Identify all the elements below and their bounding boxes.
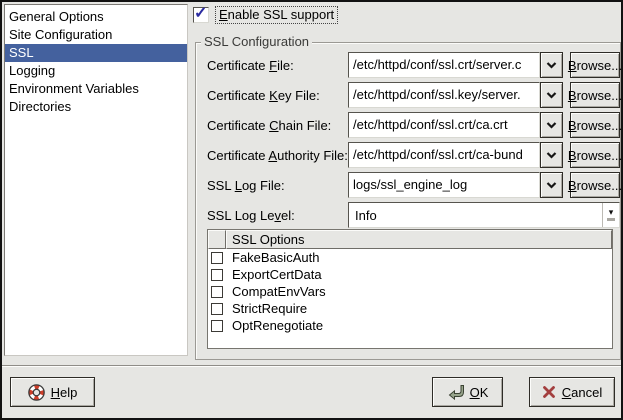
category-list: General Options Site Configuration SSL L… bbox=[4, 4, 188, 356]
sidebar-item-ssl[interactable]: SSL bbox=[5, 44, 187, 62]
certificate-authority-file-label: Certificate Authority File: bbox=[207, 148, 348, 163]
certificate-chain-file-input[interactable]: /etc/httpd/conf/ssl.crt/ca.crt bbox=[348, 112, 540, 138]
certificate-authority-file-dropdown-button[interactable] bbox=[540, 142, 563, 168]
certificate-key-file-dropdown-button[interactable] bbox=[540, 82, 563, 108]
table-row-compatenvvars[interactable]: CompatEnvVars bbox=[208, 283, 612, 300]
certificate-chain-file-browse-button[interactable]: Browse... bbox=[570, 112, 620, 138]
chevron-down-icon bbox=[546, 92, 557, 99]
checkbox-box[interactable] bbox=[211, 252, 223, 264]
ssl-configuration-frame: SSL Configuration Certificate File: /etc… bbox=[195, 42, 621, 360]
frame-legend: SSL Configuration bbox=[201, 34, 312, 49]
checkbox-box[interactable]: ✓ bbox=[193, 7, 209, 23]
ok-button[interactable]: OK bbox=[432, 377, 503, 407]
certificate-key-file-row: Certificate Key File: /etc/httpd/conf/ss… bbox=[207, 82, 620, 108]
checkbox-box[interactable] bbox=[211, 286, 223, 298]
sidebar-item-environment-variables[interactable]: Environment Variables bbox=[5, 80, 187, 98]
certificate-key-file-browse-button[interactable]: Browse... bbox=[570, 82, 620, 108]
sidebar-item-logging[interactable]: Logging bbox=[5, 62, 187, 80]
chevron-down-icon bbox=[546, 122, 557, 129]
ssl-log-level-value: Info bbox=[349, 208, 602, 223]
table-row-exportcertdata[interactable]: ExportCertData bbox=[208, 266, 612, 283]
chevron-down-icon bbox=[546, 182, 557, 189]
cancel-button-label: Cancel bbox=[562, 385, 602, 400]
certificate-key-file-input[interactable]: /etc/httpd/conf/ssl.key/server. bbox=[348, 82, 540, 108]
certificate-file-label: Certificate File: bbox=[207, 58, 348, 73]
table-header-empty[interactable] bbox=[208, 230, 226, 249]
table-row-optrenegotiate[interactable]: OptRenegotiate bbox=[208, 317, 612, 334]
sidebar-item-site-configuration[interactable]: Site Configuration bbox=[5, 26, 187, 44]
ok-button-label: OK bbox=[470, 385, 489, 400]
chevron-down-icon bbox=[546, 152, 557, 159]
table-header-ssl-options[interactable]: SSL Options bbox=[226, 230, 612, 249]
sidebar-item-general-options[interactable]: General Options bbox=[5, 8, 187, 26]
checkbox-box[interactable] bbox=[211, 269, 223, 281]
chevron-down-icon bbox=[546, 62, 557, 69]
certificate-chain-file-row: Certificate Chain File: /etc/httpd/conf/… bbox=[207, 112, 620, 138]
table-row-strictrequire[interactable]: StrictRequire bbox=[208, 300, 612, 317]
cancel-button[interactable]: Cancel bbox=[529, 377, 615, 407]
option-label: FakeBasicAuth bbox=[223, 250, 319, 265]
option-label: StrictRequire bbox=[223, 301, 307, 316]
option-label: OptRenegotiate bbox=[223, 318, 323, 333]
ssl-options-table: SSL Options FakeBasicAuth ExportCertData… bbox=[207, 229, 613, 349]
certificate-file-dropdown-button[interactable] bbox=[540, 52, 563, 78]
certificate-key-file-label: Certificate Key File: bbox=[207, 88, 348, 103]
ssl-log-level-row: SSL Log Level: Info ▾ bbox=[207, 202, 620, 228]
certificate-authority-file-row: Certificate Authority File: /etc/httpd/c… bbox=[207, 142, 620, 168]
httpd-ssl-config-window: General Options Site Configuration SSL L… bbox=[0, 0, 623, 420]
certificate-file-row: Certificate File: /etc/httpd/conf/ssl.cr… bbox=[207, 52, 620, 78]
enable-ssl-checkbox[interactable]: ✓ Enable SSL support bbox=[193, 6, 338, 24]
help-button[interactable]: Help bbox=[10, 377, 95, 407]
certificate-authority-file-input[interactable]: /etc/httpd/conf/ssl.crt/ca-bund bbox=[348, 142, 540, 168]
ssl-log-file-dropdown-button[interactable] bbox=[540, 172, 563, 198]
ssl-log-file-label: SSL Log File: bbox=[207, 178, 348, 193]
certificate-authority-file-browse-button[interactable]: Browse... bbox=[570, 142, 620, 168]
red-x-icon bbox=[542, 385, 556, 399]
table-row-fakebasicauth[interactable]: FakeBasicAuth bbox=[208, 249, 612, 266]
certificate-file-input[interactable]: /etc/httpd/conf/ssl.crt/server.c bbox=[348, 52, 540, 78]
sidebar-item-directories[interactable]: Directories bbox=[5, 98, 187, 116]
certificate-chain-file-dropdown-button[interactable] bbox=[540, 112, 563, 138]
enable-ssl-label: Enable SSL support bbox=[215, 6, 338, 24]
table-header: SSL Options bbox=[208, 230, 612, 249]
certificate-chain-file-label: Certificate Chain File: bbox=[207, 118, 348, 133]
checkbox-box[interactable] bbox=[211, 303, 223, 315]
ssl-log-file-row: SSL Log File: logs/ssl_engine_log Browse… bbox=[207, 172, 620, 198]
certificate-file-browse-button[interactable]: Browse... bbox=[570, 52, 620, 78]
lifebuoy-icon bbox=[28, 384, 45, 401]
ssl-log-level-label: SSL Log Level: bbox=[207, 208, 348, 223]
checkbox-box[interactable] bbox=[211, 320, 223, 332]
help-button-label: Help bbox=[51, 385, 78, 400]
separator bbox=[2, 365, 621, 367]
ssl-log-file-browse-button[interactable]: Browse... bbox=[570, 172, 620, 198]
option-label: CompatEnvVars bbox=[223, 284, 326, 299]
ssl-log-file-input[interactable]: logs/ssl_engine_log bbox=[348, 172, 540, 198]
checkmark-icon: ✓ bbox=[194, 3, 207, 23]
enter-arrow-icon bbox=[447, 384, 464, 401]
option-menu-arrow-icon: ▾ bbox=[602, 203, 619, 227]
option-label: ExportCertData bbox=[223, 267, 322, 282]
ssl-log-level-select[interactable]: Info ▾ bbox=[348, 202, 620, 228]
